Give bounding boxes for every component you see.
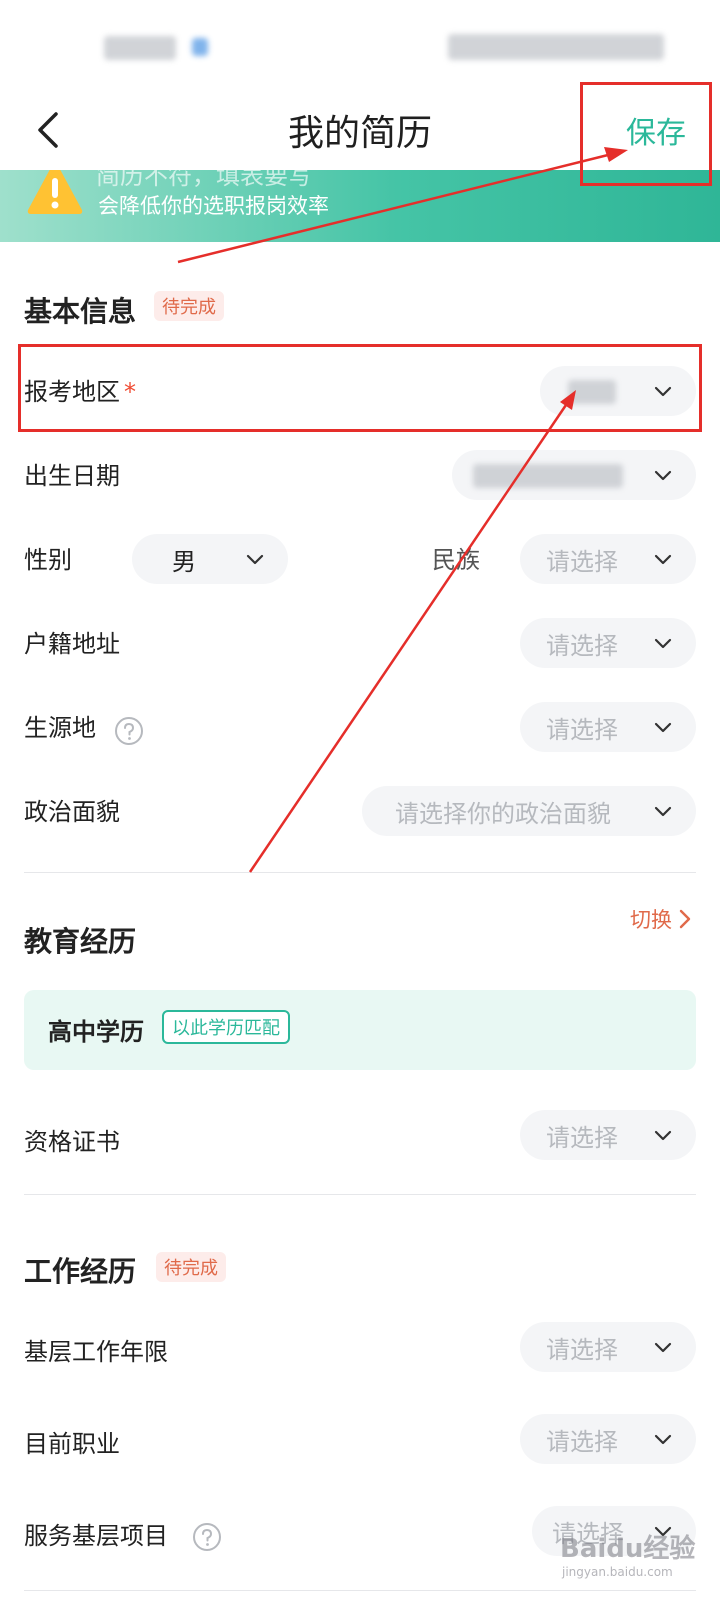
political-select[interactable]: 请选择你的政治面貌 — [362, 786, 696, 836]
chevron-down-icon — [654, 554, 672, 565]
work-years-placeholder: 请选择 — [546, 1335, 618, 1364]
service-project-label: 服务基层项目 — [24, 1522, 168, 1550]
gender-value: 男 — [172, 547, 196, 576]
birth-value-blurred — [452, 461, 644, 489]
status-time-blurred — [104, 36, 176, 60]
warning-triangle-icon — [27, 168, 83, 214]
baidu-watermark: Baidu经验 jingyan.baidu.com — [560, 1528, 695, 1579]
status-indicators-blurred — [448, 34, 664, 60]
education-match-tag: 以此学历匹配 — [162, 1010, 290, 1044]
ethnicity-placeholder: 请选择 — [546, 547, 618, 576]
section-divider — [24, 872, 696, 873]
chevron-down-icon — [654, 1434, 672, 1445]
education-card[interactable]: 高中学历 以此学历匹配 — [24, 990, 696, 1070]
hukou-select[interactable]: 请选择 — [520, 618, 696, 668]
occupation-label: 目前职业 — [24, 1430, 120, 1458]
cert-select[interactable]: 请选择 — [520, 1110, 696, 1160]
ethnicity-select[interactable]: 请选择 — [520, 534, 696, 584]
section-divider — [24, 1194, 696, 1195]
education-card-title: 高中学历 — [48, 1018, 144, 1046]
region-label-text: 报考地区 — [24, 378, 120, 406]
app-header: 我的简历 保存 — [0, 90, 720, 170]
status-badge: 待完成 — [154, 291, 224, 321]
occupation-placeholder: 请选择 — [546, 1427, 618, 1456]
political-label: 政治面貌 — [24, 798, 120, 826]
cert-placeholder: 请选择 — [546, 1123, 618, 1152]
work-years-select[interactable]: 请选择 — [520, 1322, 696, 1372]
switch-label: 切换 — [630, 908, 672, 932]
banner-subtitle: 会降低你的选职报岗效率 — [98, 194, 329, 218]
required-mark: * — [124, 378, 136, 406]
status-bar — [0, 0, 720, 90]
origin-select[interactable]: 请选择 — [520, 702, 696, 752]
political-placeholder: 请选择你的政治面貌 — [395, 799, 611, 828]
region-select[interactable] — [540, 366, 696, 416]
cert-label: 资格证书 — [24, 1128, 120, 1156]
chevron-down-icon — [654, 386, 672, 397]
gender-select[interactable]: 男 — [132, 534, 288, 584]
birth-date-select[interactable] — [452, 450, 696, 500]
question-circle-icon[interactable] — [192, 1522, 222, 1552]
watermark-main: Baidu经验 — [560, 1534, 696, 1564]
chevron-right-icon — [679, 909, 691, 929]
ethnicity-label: 民族 — [432, 546, 480, 574]
work-years-label: 基层工作年限 — [24, 1338, 168, 1366]
chevron-down-icon — [654, 722, 672, 733]
gender-label: 性别 — [24, 546, 72, 574]
page-title: 我的简历 — [287, 113, 432, 154]
status-notification-icon — [192, 38, 208, 56]
watermark-sub: jingyan.baidu.com — [562, 1565, 673, 1579]
birth-label: 出生日期 — [24, 462, 120, 490]
region-label: 报考地区 * — [24, 372, 136, 407]
save-button[interactable]: 保存 — [626, 108, 686, 152]
chevron-down-icon — [654, 470, 672, 481]
origin-placeholder: 请选择 — [546, 715, 618, 744]
question-circle-icon[interactable] — [114, 716, 144, 746]
region-value-blurred — [540, 377, 644, 405]
hukou-label: 户籍地址 — [24, 630, 120, 658]
section-title-basic: 基本信息 — [24, 295, 137, 328]
banner-title: 简历不符，填表要写 — [96, 168, 312, 190]
chevron-down-icon — [654, 638, 672, 649]
switch-education-link[interactable]: 切换 — [630, 904, 694, 934]
occupation-select[interactable]: 请选择 — [520, 1414, 696, 1464]
section-title-work: 工作经历 — [24, 1255, 137, 1288]
status-badge: 待完成 — [156, 1252, 226, 1282]
chevron-down-icon — [654, 806, 672, 817]
section-title-education: 教育经历 — [24, 925, 137, 958]
chevron-down-icon — [654, 1130, 672, 1141]
hukou-placeholder: 请选择 — [546, 631, 618, 660]
section-divider — [24, 1590, 696, 1591]
chevron-down-icon — [246, 554, 264, 565]
origin-label: 生源地 — [24, 714, 96, 742]
warning-banner[interactable]: 简历不符，填表要写 会降低你的选职报岗效率 — [0, 168, 720, 242]
chevron-down-icon — [654, 1342, 672, 1353]
